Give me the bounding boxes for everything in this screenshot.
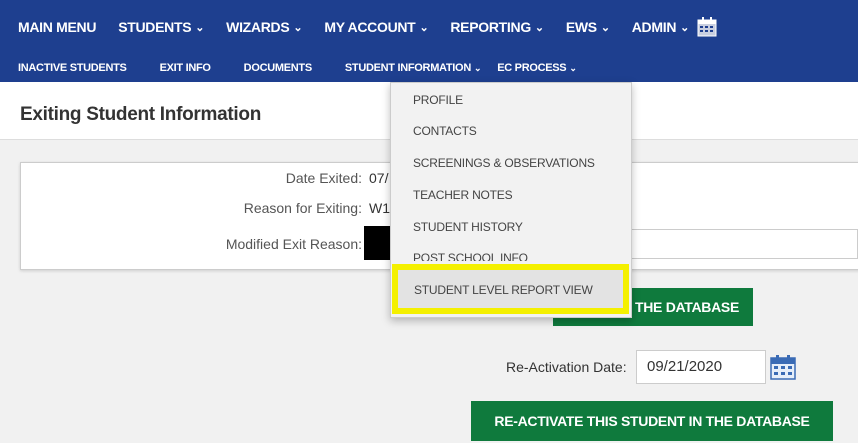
subnav-label: INACTIVE STUDENTS: [18, 62, 127, 74]
reactivate-button-label: RE-ACTIVATE THIS STUDENT IN THE DATABASE: [494, 413, 810, 429]
date-exited-value: 07/: [369, 170, 389, 186]
dropdown-item-screenings-observations[interactable]: SCREENINGS & OBSERVATIONS: [391, 156, 631, 170]
chevron-down-icon: ⌄: [293, 21, 303, 34]
dropdown-item-profile[interactable]: PROFILE: [391, 93, 631, 107]
chevron-down-icon: ⌄: [195, 21, 205, 34]
subnav-label: STUDENT INFORMATION: [344, 62, 471, 74]
database-button-label: THE DATABASE: [635, 299, 739, 315]
calendar-icon[interactable]: [770, 354, 796, 380]
dropdown-item-teacher-notes[interactable]: TEACHER NOTES: [391, 188, 631, 202]
dropdown-item-contacts[interactable]: CONTACTS: [391, 124, 631, 138]
reason-for-exiting-value: W1: [369, 200, 390, 216]
date-exited-label: Date Exited:: [285, 170, 362, 186]
reactivation-date-input[interactable]: 09/21/2020: [636, 350, 766, 384]
nav-my-account[interactable]: MY ACCOUNT ⌄: [324, 19, 428, 35]
nav-wizards[interactable]: WIZARDS ⌄: [226, 19, 302, 35]
modified-exit-reason-field[interactable]: [600, 229, 858, 259]
nav-ews[interactable]: EWS ⌄: [566, 19, 610, 35]
main-menu-bar: MAIN MENU STUDENTS ⌄ WIZARDS ⌄ MY ACCOUNT ⌄…: [0, 0, 858, 54]
subnav-ec-process[interactable]: EC PROCESS ⌄: [497, 62, 577, 74]
subnav-label: DOCUMENTS: [243, 62, 313, 74]
chevron-down-icon: ⌄: [473, 62, 482, 73]
chevron-down-icon: ⌄: [419, 21, 429, 34]
subnav-documents[interactable]: DOCUMENTS: [243, 62, 313, 74]
chevron-down-icon: ⌄: [600, 21, 610, 34]
page-title: Exiting Student Information: [20, 104, 261, 125]
dropdown-item-post-school-info[interactable]: POST SCHOOL INFO: [391, 251, 631, 261]
dropdown-item-student-level-report-view[interactable]: STUDENT LEVEL REPORT VIEW: [392, 283, 629, 297]
chevron-down-icon: ⌄: [534, 21, 544, 34]
nav-label: ADMIN: [631, 19, 677, 35]
chevron-down-icon: ⌄: [569, 62, 577, 73]
chevron-down-icon: ⌄: [680, 21, 690, 34]
top-navigation: MAIN MENU STUDENTS ⌄ WIZARDS ⌄ MY ACCOUNT ⌄…: [0, 0, 858, 82]
subnav-inactive-students[interactable]: INACTIVE STUDENTS: [18, 62, 127, 74]
nav-label: EWS: [565, 19, 597, 35]
nav-students[interactable]: STUDENTS ⌄: [118, 19, 204, 35]
nav-reporting[interactable]: REPORTING ⌄: [450, 19, 544, 35]
subnav-exit-info[interactable]: EXIT INFO: [160, 62, 211, 74]
nav-label: REPORTING: [450, 19, 531, 35]
reactivation-date-label: Re-Activation Date:: [506, 359, 627, 375]
modified-exit-reason-label: Modified Exit Reason:: [225, 236, 362, 252]
nav-admin[interactable]: ADMIN ⌄: [631, 19, 690, 35]
dropdown-item-student-history[interactable]: STUDENT HISTORY: [391, 220, 631, 234]
nav-main-menu[interactable]: MAIN MENU: [18, 19, 96, 35]
subnav-label: EC PROCESS: [497, 62, 567, 74]
subnav-student-information[interactable]: STUDENT INFORMATION ⌄: [344, 62, 482, 74]
calendar-icon[interactable]: [697, 17, 717, 37]
nav-label: WIZARDS: [226, 19, 290, 35]
nav-label: STUDENTS: [118, 19, 192, 35]
nav-label: MY ACCOUNT: [324, 19, 416, 35]
subnav-label: EXIT INFO: [159, 62, 211, 74]
reactivate-student-button[interactable]: RE-ACTIVATE THIS STUDENT IN THE DATABASE: [471, 401, 833, 441]
nav-label: MAIN MENU: [18, 19, 97, 35]
reason-for-exiting-label: Reason for Exiting:: [243, 200, 362, 216]
sub-menu-bar: INACTIVE STUDENTS EXIT INFO DOCUMENTS ST…: [0, 54, 858, 82]
